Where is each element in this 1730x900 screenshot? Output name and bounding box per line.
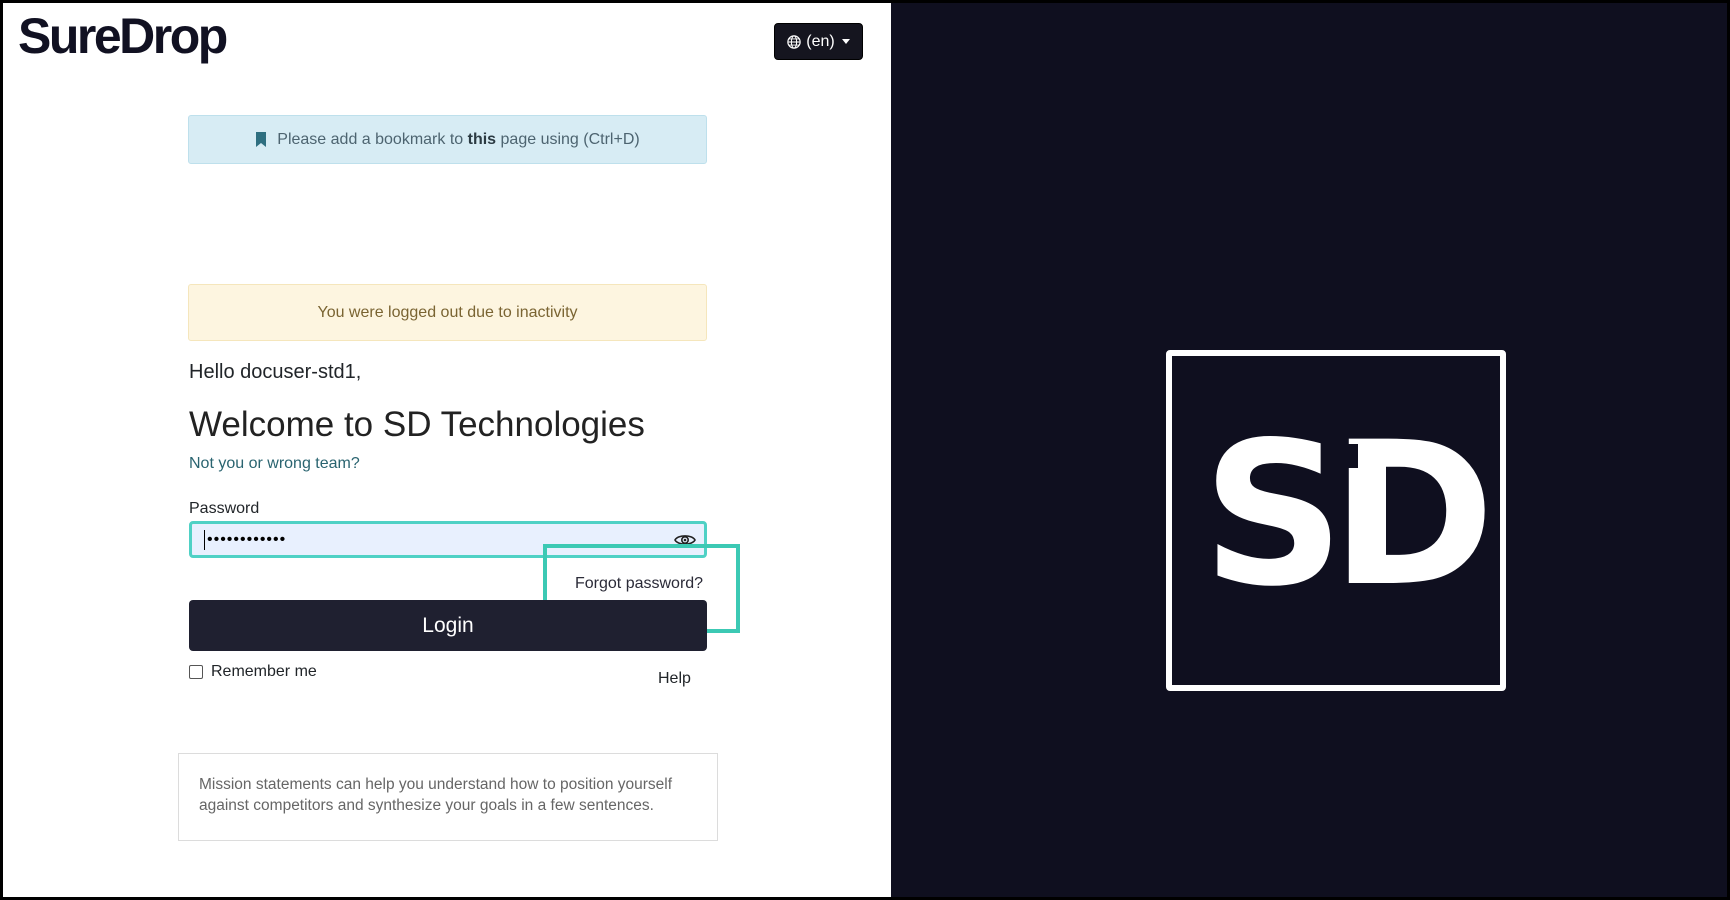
chevron-down-icon <box>841 39 850 44</box>
bookmark-alert: Please add a bookmark to this page using… <box>188 115 707 164</box>
sd-logo: SD <box>1166 350 1506 691</box>
password-field[interactable]: •••••••••••• <box>189 521 707 558</box>
language-label: (en) <box>806 32 835 50</box>
forgot-password-link[interactable]: Forgot password? <box>575 575 703 593</box>
remember-me-label: Remember me <box>211 663 317 680</box>
password-value: •••••••••••• <box>207 530 287 548</box>
login-panel: SureDrop (en) Please add a bookmark to t… <box>3 3 891 897</box>
greeting-text: Hello docuser-std1, <box>189 361 362 383</box>
password-label: Password <box>189 500 260 517</box>
logout-alert-text: You were logged out due to inactivity <box>317 303 578 321</box>
bookmark-alert-prefix: Please add a bookmark to <box>277 130 464 148</box>
page-title: Welcome to SD Technologies <box>189 405 645 444</box>
globe-icon <box>787 34 802 49</box>
text-cursor <box>204 529 205 550</box>
bookmark-alert-suffix: page using (Ctrl+D) <box>500 130 640 148</box>
not-you-link[interactable]: Not you or wrong team? <box>189 455 360 473</box>
remember-me[interactable]: Remember me <box>189 663 317 681</box>
remember-me-checkbox[interactable] <box>189 665 203 679</box>
eye-icon[interactable] <box>674 532 696 553</box>
login-button[interactable]: Login <box>189 600 707 651</box>
mission-statement: Mission statements can help you understa… <box>178 753 718 841</box>
sd-logo-text: SD <box>1202 399 1486 630</box>
bookmark-alert-bold: this <box>467 130 497 148</box>
logout-alert: You were logged out due to inactivity <box>188 284 707 341</box>
suredrop-logo: SureDrop <box>18 8 228 64</box>
bookmark-icon <box>256 132 267 147</box>
help-link[interactable]: Help <box>658 670 691 688</box>
language-dropdown[interactable]: (en) <box>774 23 863 60</box>
app-frame: SureDrop (en) Please add a bookmark to t… <box>0 0 1730 900</box>
sd-logo-mark: SD <box>1202 399 1500 630</box>
brand-panel: SD <box>891 3 1727 897</box>
